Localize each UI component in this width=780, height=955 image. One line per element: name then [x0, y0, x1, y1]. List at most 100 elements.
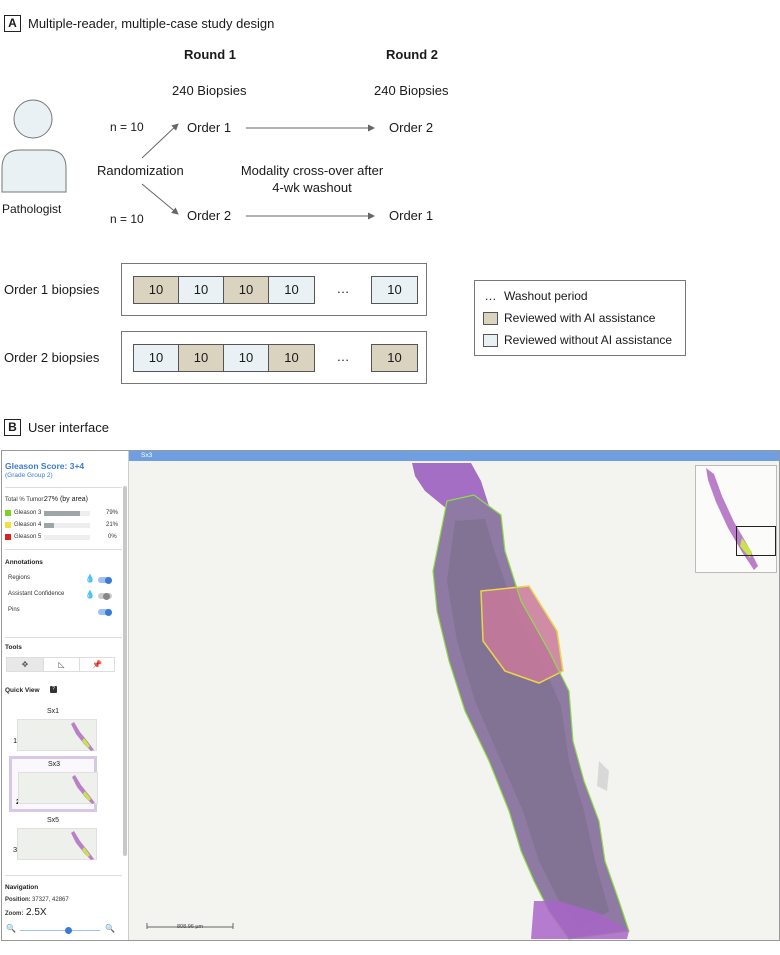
tools-toolbar: ✥ ◺ 📌 — [6, 657, 115, 672]
sidebar: Gleason Score: 3+4 (Grade Group 2) Total… — [2, 451, 129, 940]
gleason-5-label: Gleason 5 — [14, 534, 42, 540]
regions-toggle[interactable] — [98, 576, 112, 584]
droplet-icon[interactable]: 💧 — [85, 574, 95, 583]
zoom-out-icon[interactable]: 🔍 — [6, 924, 16, 933]
order1-cell: 10 — [224, 276, 269, 304]
order2-round1: Order 2 — [187, 208, 232, 223]
quick-view-item-sx3[interactable]: Sx3 2 — [9, 756, 98, 812]
order2-round2: Order 2 — [389, 120, 434, 135]
order2-cell: 10 — [224, 344, 269, 372]
quick-view-title: Quick View — [5, 687, 40, 694]
gleason-3-pct: 79% — [106, 510, 119, 516]
legend-without-ai-label: Reviewed without AI assistance — [504, 333, 673, 347]
minimap-viewport[interactable] — [736, 526, 776, 556]
zoom-in-icon[interactable]: 🔍 — [105, 924, 115, 933]
gleason-3-bar — [44, 511, 90, 516]
zoom-slider[interactable] — [20, 927, 100, 934]
sidebar-scrollbar[interactable] — [123, 486, 127, 856]
quick-view-thumbnail — [18, 772, 98, 804]
crossover-line2: 4-wk washout — [272, 180, 352, 195]
quick-view-thumbnail — [17, 719, 97, 751]
pin-icon[interactable]: 📌 — [79, 658, 114, 671]
gleason-5-bar — [44, 535, 90, 540]
annotations-title: Annotations — [5, 559, 43, 566]
legend-washout-symbol: … — [484, 289, 497, 303]
order2-biopsies-label: Order 2 biopsies — [4, 350, 100, 365]
droplet-icon[interactable]: 💧 — [85, 590, 95, 599]
scale-bar-label: 808.96 µm — [177, 924, 204, 930]
gleason-4-label: Gleason 4 — [14, 522, 42, 528]
order2-cell: 10 — [269, 344, 315, 372]
tissue-slide — [146, 463, 630, 940]
zoom-slider-knob[interactable] — [64, 927, 72, 934]
order1-cell-gap: … — [336, 281, 350, 296]
legend: … Washout period Reviewed with AI assist… — [474, 280, 686, 356]
legend-washout: … Washout period — [483, 285, 677, 307]
order1-cells: 10 10 10 10 … 10 — [133, 276, 418, 304]
gleason-score: Gleason Score: 3+4 — [5, 461, 85, 471]
viewer-tab-bar: Sx3 — [129, 451, 779, 461]
move-icon[interactable]: ✥ — [7, 658, 43, 671]
quick-view-name: Sx3 — [48, 761, 61, 768]
legend-with-ai-label: Reviewed with AI assistance — [504, 311, 656, 325]
order1-cell: 10 — [133, 276, 179, 304]
order1-round1: Order 1 — [187, 120, 232, 135]
gleason-5-swatch — [5, 534, 11, 540]
zoom-label: Zoom: — [5, 911, 24, 917]
minimap-tissue — [706, 468, 758, 570]
total-tumor-label: Total % Tumor: — [5, 497, 46, 503]
quick-view-name: Sx5 — [47, 817, 60, 824]
legend-with-ai-swatch — [483, 311, 498, 325]
total-tumor-value: 27% (by area) — [44, 496, 88, 503]
confidence-toggle[interactable] — [98, 592, 112, 600]
order1-biopsies-label: Order 1 biopsies — [4, 282, 100, 297]
tissue-thumbnail — [71, 831, 94, 860]
tissue-thumbnail — [71, 722, 94, 751]
gleason-4-swatch — [5, 522, 11, 528]
quick-view-name: Sx1 — [47, 708, 60, 715]
order1-cell: 10 — [371, 276, 418, 304]
grade-group: (Grade Group 2) — [5, 472, 53, 479]
order2-cell: 10 — [133, 344, 179, 372]
legend-with-ai: Reviewed with AI assistance — [483, 307, 677, 329]
gleason-4-bar-fill — [44, 523, 54, 528]
legend-without-ai-swatch — [483, 333, 498, 347]
ui-window: Gleason Score: 3+4 (Grade Group 2) Total… — [1, 450, 780, 941]
gleason-3-bar-fill — [44, 511, 81, 516]
legend-washout-label: Washout period — [504, 289, 588, 303]
order2-cell-gap: … — [336, 349, 350, 364]
order2-cell: 10 — [179, 344, 224, 372]
measure-icon[interactable]: ◺ — [43, 658, 79, 671]
annotation-regions-label: Regions — [8, 575, 31, 581]
position-label: Position: — [5, 897, 31, 903]
tools-title: Tools — [5, 644, 22, 651]
gleason-3-label: Gleason 3 — [14, 510, 42, 516]
minimap[interactable] — [695, 465, 777, 573]
order1-cell: 10 — [269, 276, 315, 304]
help-icon[interactable]: ? — [50, 686, 57, 693]
order1-cell: 10 — [179, 276, 224, 304]
gleason-5-pct: 0% — [108, 534, 117, 540]
gleason-4-pct: 21% — [106, 522, 119, 528]
viewer-tab-label: Sx3 — [141, 452, 153, 459]
panel-b-letter: B — [4, 419, 21, 436]
order1-round2: Order 1 — [389, 208, 434, 223]
gleason-4-bar — [44, 523, 90, 528]
annotation-pins-label: Pins — [8, 607, 20, 613]
quick-view-item-sx1[interactable]: Sx1 1 — [7, 706, 97, 756]
order2-cells: 10 10 10 10 … 10 — [133, 344, 418, 372]
crossover-line1: Modality cross-over after — [240, 163, 384, 178]
quick-view-thumbnail — [17, 828, 97, 860]
tissue-thumbnail — [72, 775, 95, 804]
position-value: 37327, 42867 — [32, 897, 69, 903]
gleason-3-swatch — [5, 510, 11, 516]
zoom-value: 2.5X — [26, 907, 47, 918]
annotation-confidence-label: Assistant Confidence — [8, 591, 65, 597]
panel-b-title: User interface — [28, 420, 109, 435]
pins-toggle[interactable] — [98, 608, 112, 616]
legend-without-ai: Reviewed without AI assistance — [483, 329, 677, 351]
quick-view-item-sx5[interactable]: Sx5 3 — [7, 815, 97, 865]
slide-viewer[interactable]: Sx3 808.96 µm — [129, 451, 779, 940]
order2-cell: 10 — [371, 344, 418, 372]
navigation-title: Navigation — [5, 884, 39, 891]
